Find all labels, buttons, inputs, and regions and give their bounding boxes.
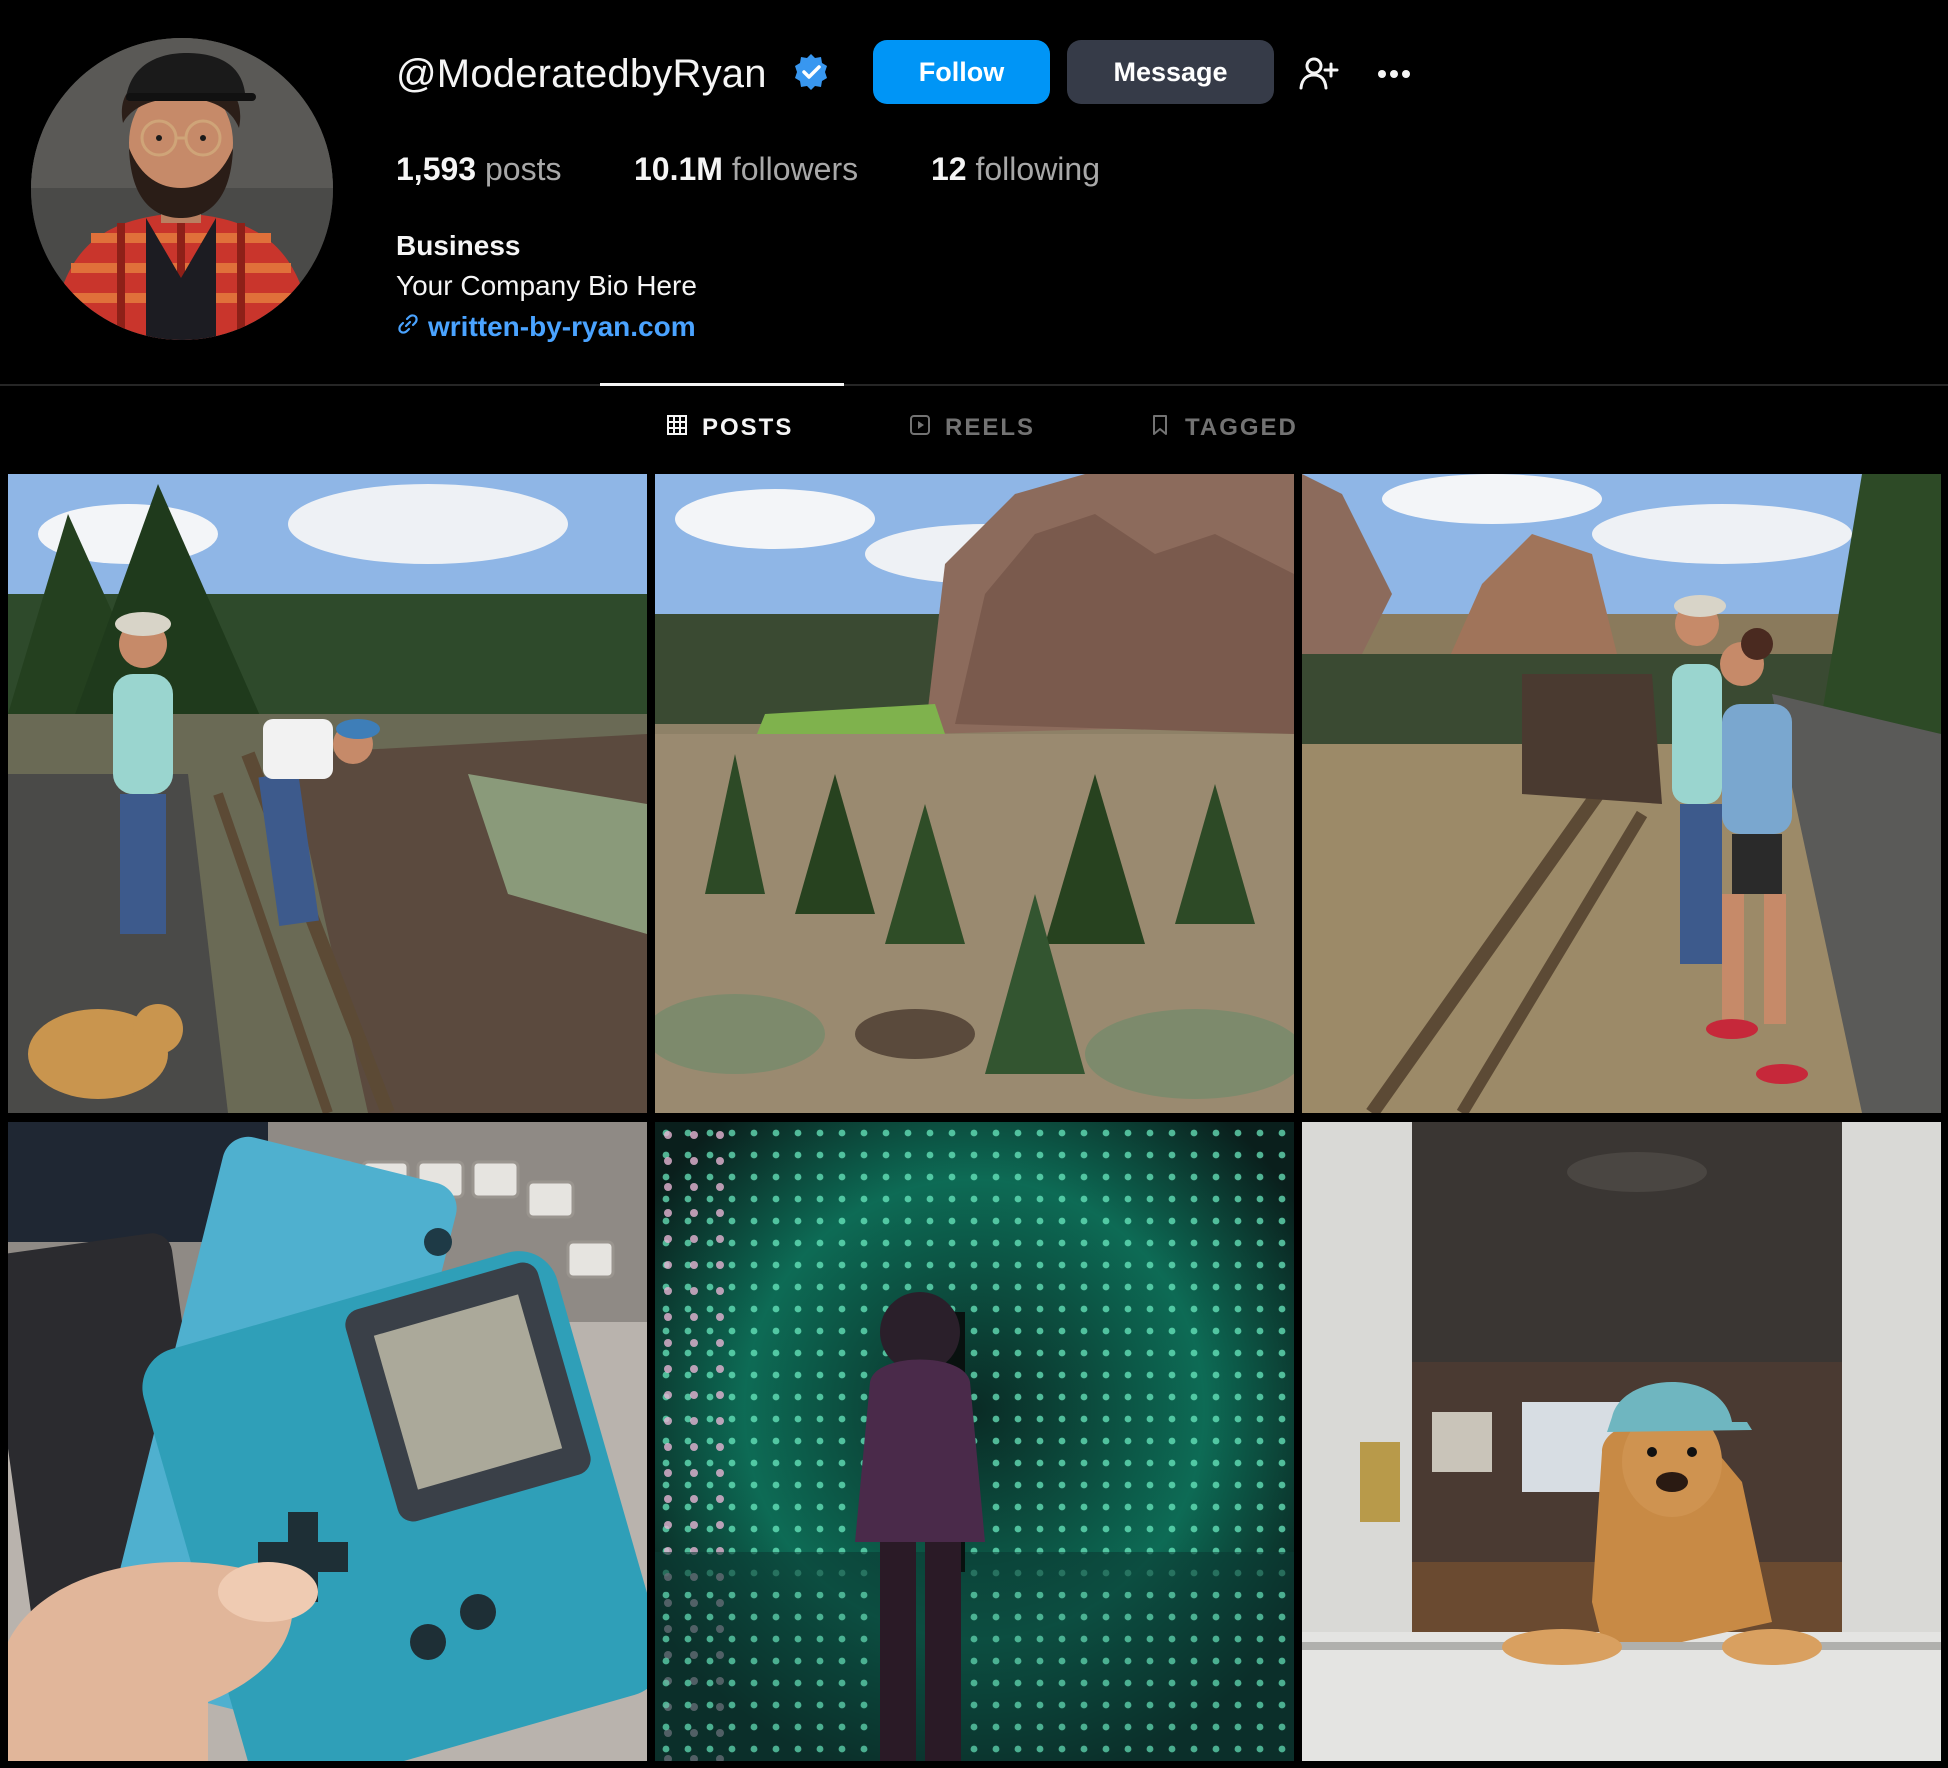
tab-posts[interactable]: POSTS bbox=[666, 408, 793, 448]
posts-count-value: 1,593 bbox=[396, 151, 477, 187]
post-thumbnail[interactable] bbox=[1302, 1122, 1941, 1761]
follow-button[interactable]: Follow bbox=[873, 40, 1050, 104]
followers-count-label: followers bbox=[731, 151, 859, 187]
tab-reels[interactable]: REELS bbox=[909, 408, 1035, 448]
posts-count-label: posts bbox=[484, 151, 562, 187]
message-button[interactable]: Message bbox=[1067, 40, 1274, 104]
add-person-icon[interactable] bbox=[1296, 52, 1340, 96]
reels-icon bbox=[909, 414, 931, 443]
followers-count-value: 10.1M bbox=[634, 151, 723, 187]
post-thumbnail[interactable] bbox=[655, 1122, 1294, 1761]
following-count[interactable]: 12 following bbox=[931, 146, 1100, 192]
grid-icon bbox=[666, 414, 688, 443]
post-thumbnail[interactable] bbox=[8, 474, 647, 1113]
posts-count: 1,593 posts bbox=[396, 146, 561, 192]
more-options-icon[interactable] bbox=[1372, 52, 1416, 96]
post-thumbnail[interactable] bbox=[1302, 474, 1941, 1113]
tab-tagged-label: TAGGED bbox=[1185, 414, 1298, 441]
post-thumbnail[interactable] bbox=[8, 1122, 647, 1761]
following-count-label: following bbox=[975, 151, 1100, 187]
profile-username: @ModeratedbyRyan bbox=[396, 52, 767, 96]
link-icon bbox=[396, 307, 420, 347]
profile-header: @ModeratedbyRyan Follow Message 1,593 po… bbox=[0, 0, 1948, 386]
tabs-divider bbox=[0, 384, 1948, 386]
post-thumbnail[interactable] bbox=[655, 474, 1294, 1113]
following-count-value: 12 bbox=[931, 151, 967, 187]
profile-bio: Your Company Bio Here bbox=[396, 270, 697, 301]
followers-count[interactable]: 10.1M followers bbox=[634, 146, 858, 192]
tab-posts-label: POSTS bbox=[702, 414, 794, 441]
tagged-icon bbox=[1149, 414, 1171, 443]
active-tab-indicator bbox=[600, 383, 844, 386]
tab-reels-label: REELS bbox=[945, 414, 1036, 441]
tab-tagged[interactable]: TAGGED bbox=[1149, 408, 1298, 448]
profile-avatar[interactable] bbox=[31, 38, 333, 340]
profile-category: Business bbox=[396, 230, 521, 261]
profile-website-text: written-by-ryan.com bbox=[428, 311, 696, 342]
profile-website-link[interactable]: written-by-ryan.com bbox=[396, 307, 696, 347]
verified-badge-icon bbox=[791, 52, 831, 92]
